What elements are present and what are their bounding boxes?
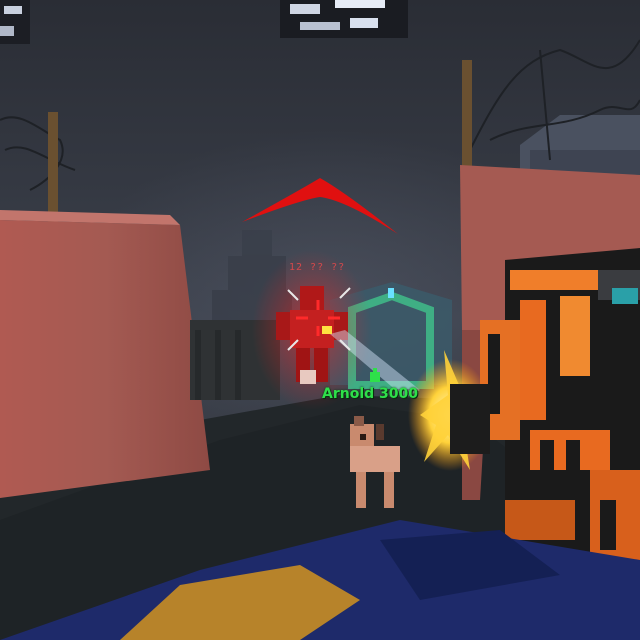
fence-post xyxy=(48,112,58,222)
enemy-nametag: 12 ?? ?? xyxy=(289,262,346,273)
game-world xyxy=(0,0,640,640)
left-wall xyxy=(0,220,210,498)
fence-post xyxy=(462,60,472,180)
player-nametag: Arnold 3000 xyxy=(322,386,418,402)
game-viewport[interactable]: 12 ?? ?? Arnold 3000 xyxy=(0,0,640,640)
